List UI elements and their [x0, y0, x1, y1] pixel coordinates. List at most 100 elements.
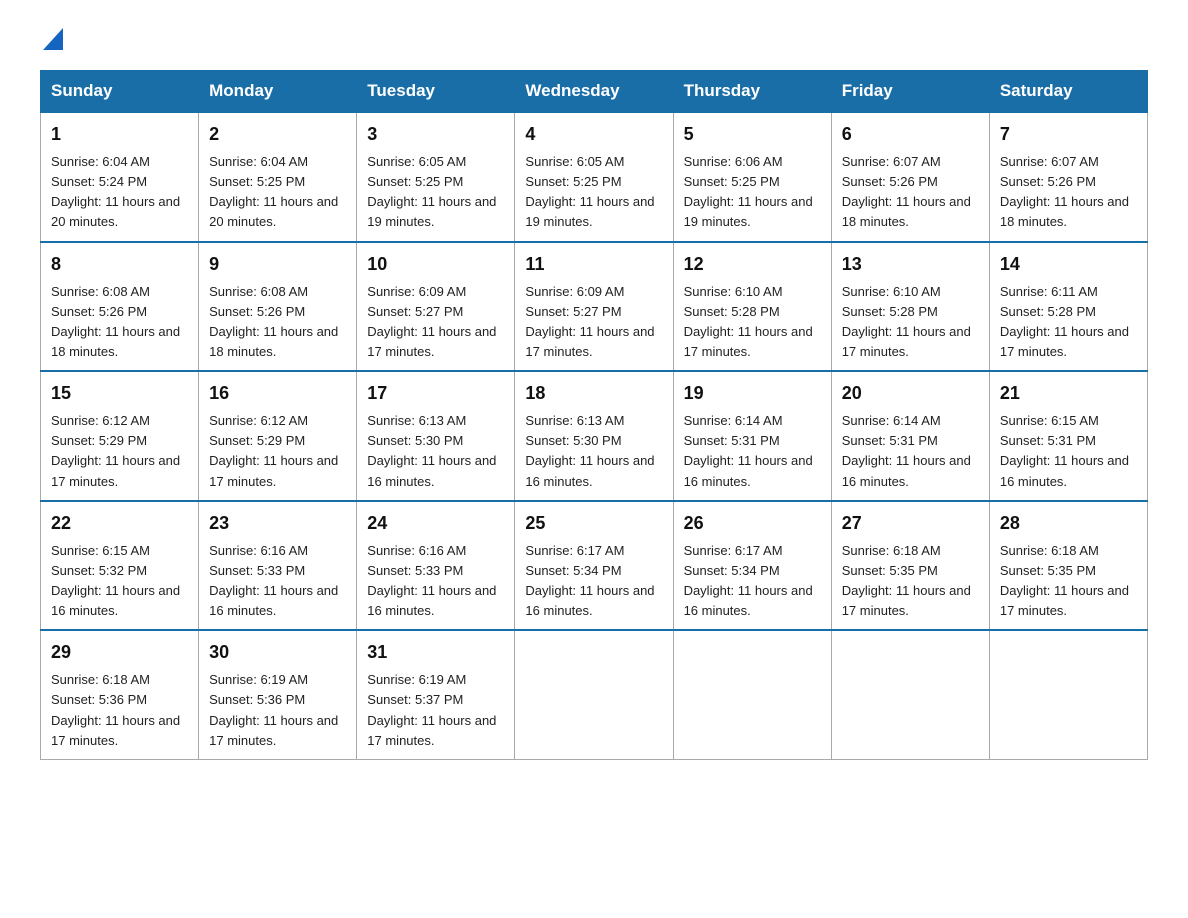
calendar-cell: 26Sunrise: 6:17 AMSunset: 5:34 PMDayligh… — [673, 501, 831, 631]
day-number: 21 — [1000, 380, 1137, 407]
calendar-cell: 14 Sunrise: 6:11 AMSunset: 5:28 PMDayligh… — [989, 242, 1147, 372]
day-number: 7 — [1000, 121, 1137, 148]
day-info: Sunrise: 6:16 AMSunset: 5:33 PMDaylight:… — [209, 543, 338, 618]
calendar-cell: 1 Sunrise: 6:04 AMSunset: 5:24 PMDaylight… — [41, 112, 199, 242]
day-info: Sunrise: 6:16 AMSunset: 5:33 PMDaylight:… — [367, 543, 496, 618]
day-number: 3 — [367, 121, 504, 148]
calendar-cell: 7 Sunrise: 6:07 AMSunset: 5:26 PMDaylight… — [989, 112, 1147, 242]
calendar-cell: 25 Sunrise: 6:17 AMSunset: 5:34 PMDayligh… — [515, 501, 673, 631]
calendar-cell: 15 Sunrise: 6:12 AMSunset: 5:29 PMDayligh… — [41, 371, 199, 501]
calendar-cell: 23 Sunrise: 6:16 AMSunset: 5:33 PMDayligh… — [199, 501, 357, 631]
day-number: 12 — [684, 251, 821, 278]
day-number: 11 — [525, 251, 662, 278]
day-number: 14 — [1000, 251, 1137, 278]
calendar-cell: 13Sunrise: 6:10 AMSunset: 5:28 PMDayligh… — [831, 242, 989, 372]
header-wednesday: Wednesday — [515, 71, 673, 113]
calendar-cell: 31 Sunrise: 6:19 AMSunset: 5:37 PMDayligh… — [357, 630, 515, 759]
calendar-cell — [989, 630, 1147, 759]
day-number: 25 — [525, 510, 662, 537]
header-saturday: Saturday — [989, 71, 1147, 113]
day-info: Sunrise: 6:14 AMSunset: 5:31 PMDaylight:… — [684, 413, 813, 488]
day-info: Sunrise: 6:18 AMSunset: 5:36 PMDaylight:… — [51, 672, 180, 747]
day-number: 9 — [209, 251, 346, 278]
day-info: Sunrise: 6:15 AMSunset: 5:32 PMDaylight:… — [51, 543, 180, 618]
day-number: 18 — [525, 380, 662, 407]
day-info: Sunrise: 6:19 AMSunset: 5:36 PMDaylight:… — [209, 672, 338, 747]
day-number: 28 — [1000, 510, 1137, 537]
day-number: 23 — [209, 510, 346, 537]
calendar-cell: 29 Sunrise: 6:18 AMSunset: 5:36 PMDayligh… — [41, 630, 199, 759]
calendar-cell: 5 Sunrise: 6:06 AMSunset: 5:25 PMDaylight… — [673, 112, 831, 242]
day-number: 1 — [51, 121, 188, 148]
day-info: Sunrise: 6:11 AMSunset: 5:28 PMDaylight:… — [1000, 284, 1129, 359]
calendar-cell: 18Sunrise: 6:13 AMSunset: 5:30 PMDayligh… — [515, 371, 673, 501]
day-number: 5 — [684, 121, 821, 148]
day-info: Sunrise: 6:09 AMSunset: 5:27 PMDaylight:… — [525, 284, 654, 359]
calendar-cell: 10 Sunrise: 6:09 AMSunset: 5:27 PMDayligh… — [357, 242, 515, 372]
day-number: 24 — [367, 510, 504, 537]
day-info: Sunrise: 6:12 AMSunset: 5:29 PMDaylight:… — [209, 413, 338, 488]
day-number: 16 — [209, 380, 346, 407]
calendar-cell: 16 Sunrise: 6:12 AMSunset: 5:29 PMDayligh… — [199, 371, 357, 501]
calendar-cell — [673, 630, 831, 759]
week-row-3: 15 Sunrise: 6:12 AMSunset: 5:29 PMDayligh… — [41, 371, 1148, 501]
day-number: 26 — [684, 510, 821, 537]
day-info: Sunrise: 6:18 AMSunset: 5:35 PMDaylight:… — [842, 543, 971, 618]
header-friday: Friday — [831, 71, 989, 113]
day-number: 31 — [367, 639, 504, 666]
day-info: Sunrise: 6:06 AMSunset: 5:25 PMDaylight:… — [684, 154, 813, 229]
calendar-cell — [515, 630, 673, 759]
calendar-cell: 21 Sunrise: 6:15 AMSunset: 5:31 PMDayligh… — [989, 371, 1147, 501]
day-number: 15 — [51, 380, 188, 407]
day-info: Sunrise: 6:04 AMSunset: 5:25 PMDaylight:… — [209, 154, 338, 229]
week-row-1: 1 Sunrise: 6:04 AMSunset: 5:24 PMDaylight… — [41, 112, 1148, 242]
calendar-cell — [831, 630, 989, 759]
calendar-cell: 20 Sunrise: 6:14 AMSunset: 5:31 PMDayligh… — [831, 371, 989, 501]
header-thursday: Thursday — [673, 71, 831, 113]
day-info: Sunrise: 6:07 AMSunset: 5:26 PMDaylight:… — [842, 154, 971, 229]
calendar-cell: 30Sunrise: 6:19 AMSunset: 5:36 PMDayligh… — [199, 630, 357, 759]
calendar-cell: 12 Sunrise: 6:10 AMSunset: 5:28 PMDayligh… — [673, 242, 831, 372]
day-number: 17 — [367, 380, 504, 407]
header-tuesday: Tuesday — [357, 71, 515, 113]
day-number: 29 — [51, 639, 188, 666]
day-number: 10 — [367, 251, 504, 278]
day-info: Sunrise: 6:12 AMSunset: 5:29 PMDaylight:… — [51, 413, 180, 488]
day-info: Sunrise: 6:19 AMSunset: 5:37 PMDaylight:… — [367, 672, 496, 747]
day-number: 27 — [842, 510, 979, 537]
day-number: 22 — [51, 510, 188, 537]
calendar-cell: 11 Sunrise: 6:09 AMSunset: 5:27 PMDayligh… — [515, 242, 673, 372]
day-info: Sunrise: 6:14 AMSunset: 5:31 PMDaylight:… — [842, 413, 971, 488]
day-number: 6 — [842, 121, 979, 148]
day-info: Sunrise: 6:10 AMSunset: 5:28 PMDaylight:… — [684, 284, 813, 359]
day-info: Sunrise: 6:13 AMSunset: 5:30 PMDaylight:… — [367, 413, 496, 488]
calendar-cell: 24 Sunrise: 6:16 AMSunset: 5:33 PMDayligh… — [357, 501, 515, 631]
calendar-cell: 28 Sunrise: 6:18 AMSunset: 5:35 PMDayligh… — [989, 501, 1147, 631]
day-number: 2 — [209, 121, 346, 148]
page-header — [40, 30, 1148, 50]
calendar-cell: 3 Sunrise: 6:05 AMSunset: 5:25 PMDaylight… — [357, 112, 515, 242]
day-info: Sunrise: 6:05 AMSunset: 5:25 PMDaylight:… — [525, 154, 654, 229]
day-info: Sunrise: 6:17 AMSunset: 5:34 PMDaylight:… — [525, 543, 654, 618]
day-info: Sunrise: 6:10 AMSunset: 5:28 PMDaylight:… — [842, 284, 971, 359]
week-row-4: 22 Sunrise: 6:15 AMSunset: 5:32 PMDayligh… — [41, 501, 1148, 631]
calendar-cell: 6 Sunrise: 6:07 AMSunset: 5:26 PMDaylight… — [831, 112, 989, 242]
calendar-cell: 27 Sunrise: 6:18 AMSunset: 5:35 PMDayligh… — [831, 501, 989, 631]
calendar-cell: 19 Sunrise: 6:14 AMSunset: 5:31 PMDayligh… — [673, 371, 831, 501]
calendar-cell: 4Sunrise: 6:05 AMSunset: 5:25 PMDaylight… — [515, 112, 673, 242]
calendar-cell: 17 Sunrise: 6:13 AMSunset: 5:30 PMDayligh… — [357, 371, 515, 501]
header-monday: Monday — [199, 71, 357, 113]
calendar-header-row: SundayMondayTuesdayWednesdayThursdayFrid… — [41, 71, 1148, 113]
day-info: Sunrise: 6:18 AMSunset: 5:35 PMDaylight:… — [1000, 543, 1129, 618]
day-number: 20 — [842, 380, 979, 407]
header-sunday: Sunday — [41, 71, 199, 113]
calendar-cell: 8Sunrise: 6:08 AMSunset: 5:26 PMDaylight… — [41, 242, 199, 372]
day-info: Sunrise: 6:05 AMSunset: 5:25 PMDaylight:… — [367, 154, 496, 229]
day-info: Sunrise: 6:04 AMSunset: 5:24 PMDaylight:… — [51, 154, 180, 229]
logo-triangle-icon — [43, 28, 63, 50]
day-info: Sunrise: 6:07 AMSunset: 5:26 PMDaylight:… — [1000, 154, 1129, 229]
day-number: 19 — [684, 380, 821, 407]
day-info: Sunrise: 6:15 AMSunset: 5:31 PMDaylight:… — [1000, 413, 1129, 488]
calendar-cell: 22 Sunrise: 6:15 AMSunset: 5:32 PMDayligh… — [41, 501, 199, 631]
day-info: Sunrise: 6:09 AMSunset: 5:27 PMDaylight:… — [367, 284, 496, 359]
